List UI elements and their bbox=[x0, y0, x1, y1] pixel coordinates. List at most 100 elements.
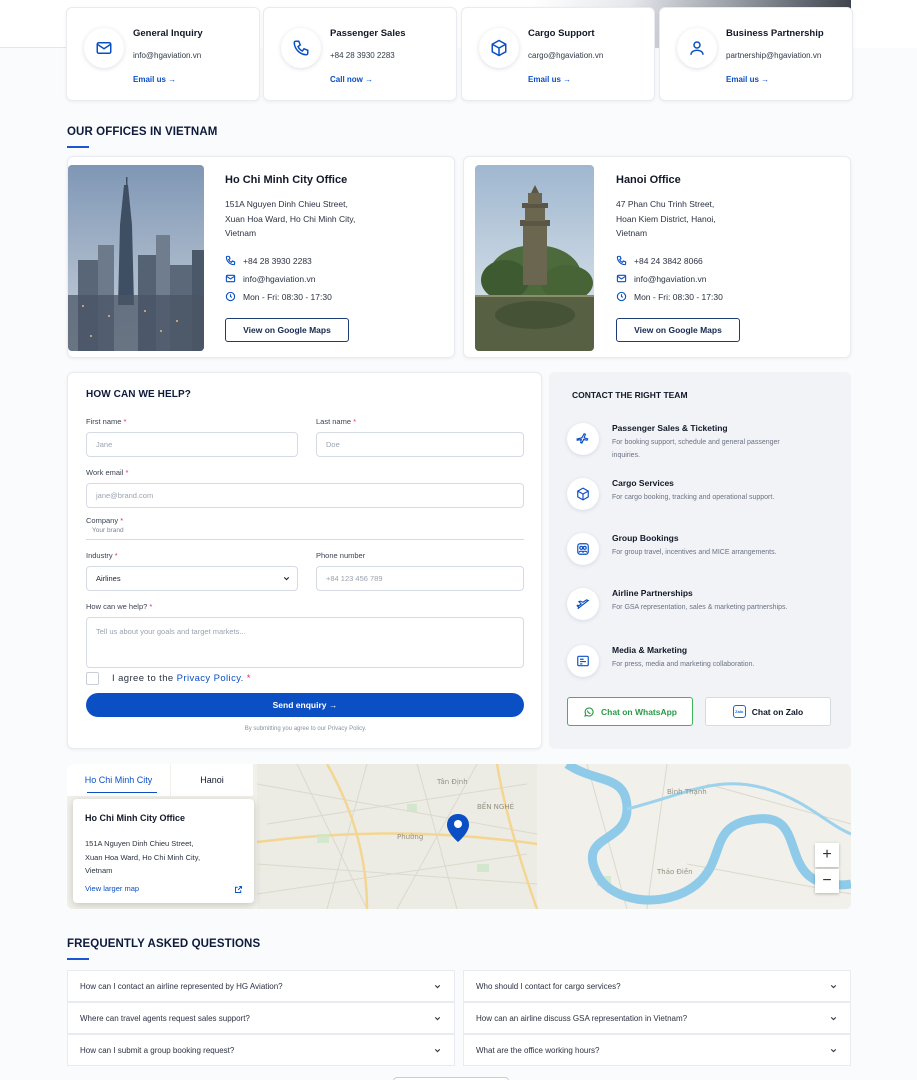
team-item-title: Group Bookings bbox=[612, 533, 679, 543]
external-link-icon bbox=[235, 886, 242, 893]
svg-text:Thảo Điền: Thảo Điền bbox=[656, 868, 693, 876]
view-google-maps-button[interactable]: View on Google Maps bbox=[225, 318, 349, 342]
faq-item[interactable]: Where can travel agents request sales su… bbox=[67, 1002, 455, 1034]
industry-label: Industry * bbox=[86, 551, 118, 560]
chevron-down-icon bbox=[434, 1016, 441, 1020]
plane-icon bbox=[567, 423, 599, 455]
team-item-desc: For booking support, schedule and genera… bbox=[612, 439, 780, 459]
office-email[interactable]: info@hgaviation.vn bbox=[243, 274, 315, 284]
map-info-address: 151A Nguyen Dinh Chieu Street, Xuan Hoa … bbox=[85, 839, 201, 875]
plane-takeoff-icon bbox=[567, 588, 599, 620]
work-email-field[interactable]: jane@brand.com bbox=[86, 483, 524, 508]
faq-question: Where can travel agents request sales su… bbox=[80, 1013, 250, 1023]
faq-item[interactable]: How can I submit a group booking request… bbox=[67, 1034, 455, 1066]
first-name-field[interactable]: Jane bbox=[86, 432, 298, 457]
phone-field[interactable]: +84 123 456 789 bbox=[316, 566, 524, 591]
help-label: How can we help? * bbox=[86, 602, 153, 611]
contact-title: General Inquiry bbox=[133, 28, 203, 39]
media-icon bbox=[567, 645, 599, 677]
zoom-in-button[interactable]: + bbox=[815, 843, 839, 867]
team-panel: CONTACT THE RIGHT TEAM Passenger Sales &… bbox=[549, 372, 851, 749]
faq-item[interactable]: What are the office working hours? bbox=[463, 1034, 851, 1066]
heading-underline bbox=[67, 146, 89, 148]
contact-title: Passenger Sales bbox=[330, 28, 406, 39]
send-enquiry-button[interactable]: Send enquiry → bbox=[86, 693, 524, 717]
office-email-row: info@hgaviation.vn bbox=[616, 273, 706, 284]
office-phone[interactable]: +84 28 3930 2283 bbox=[243, 256, 312, 266]
heading-underline bbox=[67, 958, 89, 960]
svg-text:Phường: Phường bbox=[397, 833, 423, 841]
faq-item[interactable]: Who should I contact for cargo services? bbox=[463, 970, 851, 1002]
group-icon bbox=[567, 533, 599, 565]
team-item-group[interactable]: Group Bookings For group travel, incenti… bbox=[567, 533, 837, 577]
chevron-down-icon bbox=[830, 1016, 837, 1020]
svg-text:Tân Định: Tân Định bbox=[436, 778, 468, 786]
last-name-field[interactable]: Doe bbox=[316, 432, 524, 457]
office-phone-row: +84 28 3930 2283 bbox=[225, 255, 312, 266]
privacy-policy-link[interactable]: Privacy Policy. bbox=[177, 673, 244, 684]
faq-question: How can I submit a group booking request… bbox=[80, 1045, 235, 1055]
team-item-desc: For group travel, incentives and MICE ar… bbox=[612, 549, 777, 556]
map-info-card: Ho Chi Minh City Office 151A Nguyen Dinh… bbox=[73, 799, 254, 903]
box-icon bbox=[567, 478, 599, 510]
team-item-title: Airline Partnerships bbox=[612, 588, 693, 598]
agree-text: I agree to the Privacy Policy. * bbox=[112, 673, 251, 684]
faq-question: Who should I contact for cargo services? bbox=[476, 981, 621, 991]
chevron-down-icon bbox=[434, 1048, 441, 1052]
email-us-link[interactable]: Email us → bbox=[133, 75, 176, 84]
team-item-media[interactable]: Media & Marketing For press, media and m… bbox=[567, 645, 837, 689]
form-footnote: By submitting you agree to our Privacy P… bbox=[244, 726, 367, 732]
office-hours: Mon - Fri: 08:30 - 17:30 bbox=[634, 291, 723, 302]
map-info-title: Ho Chi Minh City Office bbox=[85, 813, 185, 823]
office-hours: Mon - Fri: 08:30 - 17:30 bbox=[243, 291, 332, 302]
phone-label: Phone number bbox=[316, 551, 366, 560]
team-item-desc: For GSA representation, sales & marketin… bbox=[612, 604, 788, 611]
team-item-airline[interactable]: Airline Partnerships For GSA representat… bbox=[567, 588, 837, 632]
call-now-link[interactable]: Call now → bbox=[330, 75, 373, 84]
map-tab-hcmc[interactable]: Ho Chi Minh City bbox=[67, 764, 170, 796]
view-google-maps-button[interactable]: View on Google Maps bbox=[616, 318, 740, 342]
offices-heading: OUR OFFICES IN VIETNAM bbox=[67, 126, 218, 138]
office-name: Ho Chi Minh City Office bbox=[225, 174, 348, 186]
mail-icon bbox=[225, 274, 236, 283]
chat-zalo-button[interactable]: Zalo Chat on Zalo bbox=[705, 697, 831, 726]
map-pin-icon bbox=[447, 814, 469, 842]
privacy-checkbox[interactable] bbox=[86, 672, 99, 685]
email-us-link[interactable]: Email us → bbox=[528, 75, 571, 84]
team-item-passenger[interactable]: Passenger Sales & Ticketing For booking … bbox=[567, 423, 837, 467]
team-item-title: Cargo Services bbox=[612, 478, 674, 488]
contact-title: Business Partnership bbox=[726, 28, 824, 39]
office-name: Hanoi Office bbox=[616, 174, 681, 186]
box-icon bbox=[479, 28, 519, 68]
company-label: Company * bbox=[86, 516, 124, 525]
enquiry-form: HOW CAN WE HELP? First name * Jane Last … bbox=[67, 372, 542, 749]
email-us-link[interactable]: Email us → bbox=[726, 75, 769, 84]
office-map[interactable]: Tân Định BẾN NGHÉ Phường Thảo Điền Bình Thạn… bbox=[67, 764, 851, 909]
team-item-cargo[interactable]: Cargo Services For cargo booking, tracki… bbox=[567, 478, 837, 522]
industry-select[interactable]: Airlines bbox=[86, 566, 298, 591]
contact-value: partnership@hgaviation.vn bbox=[726, 51, 822, 60]
phone-icon bbox=[616, 255, 627, 266]
view-larger-map-link[interactable]: View larger map bbox=[85, 884, 139, 893]
faq-item[interactable]: How can an airline discuss GSA represent… bbox=[463, 1002, 851, 1034]
mail-icon bbox=[84, 28, 124, 68]
clock-icon bbox=[616, 291, 627, 302]
map-tab-hanoi[interactable]: Hanoi bbox=[171, 764, 253, 796]
office-email[interactable]: info@hgaviation.vn bbox=[634, 274, 706, 284]
faq-item[interactable]: How can I contact an airline represented… bbox=[67, 970, 455, 1002]
active-tab-indicator bbox=[87, 791, 157, 793]
office-phone[interactable]: +84 24 3842 8066 bbox=[634, 256, 703, 266]
contact-value: cargo@hgaviation.vn bbox=[528, 51, 604, 60]
zoom-out-button[interactable]: − bbox=[815, 869, 839, 893]
contact-card-partnership: Business Partnership partnership@hgaviat… bbox=[659, 7, 853, 101]
office-hours-row: Mon - Fri: 08:30 - 17:30 bbox=[616, 291, 723, 302]
faq-heading: FREQUENTLY ASKED QUESTIONS bbox=[67, 938, 261, 950]
phone-icon bbox=[281, 28, 321, 68]
help-textarea[interactable]: Tell us about your goals and target mark… bbox=[86, 617, 524, 668]
clock-icon bbox=[225, 291, 236, 302]
chat-whatsapp-button[interactable]: Chat on WhatsApp bbox=[567, 697, 693, 726]
svg-text:Bình Thạnh: Bình Thạnh bbox=[667, 788, 707, 796]
svg-text:BẾN NGHÉ: BẾN NGHÉ bbox=[477, 801, 514, 811]
phone-icon bbox=[225, 255, 236, 266]
company-field[interactable]: Your brand bbox=[86, 527, 524, 540]
